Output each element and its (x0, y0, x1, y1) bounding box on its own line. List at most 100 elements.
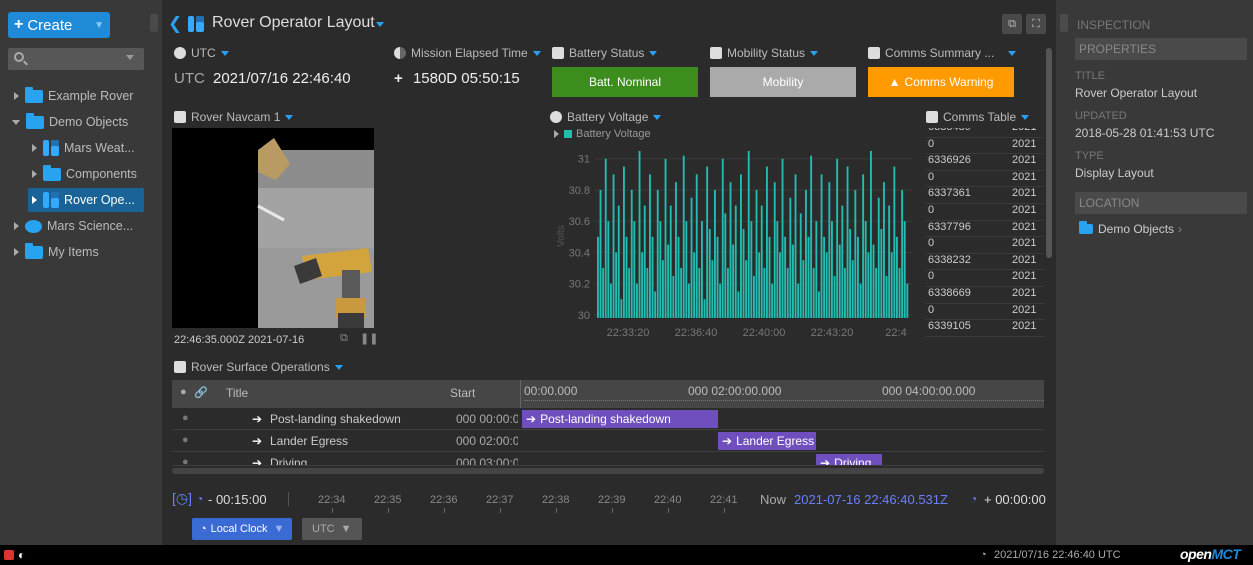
chart-bar (623, 166, 625, 318)
table-row[interactable]: 0 2021 (926, 204, 1044, 221)
chart-bar (646, 268, 649, 318)
sidebar-splitter[interactable] (150, 14, 158, 32)
chevron-down-icon[interactable] (126, 55, 134, 60)
expand-arrow-icon[interactable] (14, 92, 19, 100)
properties-tab[interactable]: PROPERTIES (1075, 38, 1247, 60)
table-row[interactable]: ● ➔ Lander Egress 000 02:00:0( ➔ Lander … (172, 430, 1044, 452)
navcam-label[interactable]: Rover Navcam 1 (174, 110, 294, 124)
table-row[interactable]: 6338232 2021 (926, 254, 1044, 271)
chart-bar (708, 229, 711, 318)
expand-arrow-icon[interactable] (32, 144, 37, 152)
table-row[interactable]: 6338669 2021 (926, 287, 1044, 304)
table-row[interactable]: 63354892021 (926, 128, 1044, 138)
battery-status-indicator: Batt. Nominal (552, 67, 698, 97)
arrow-right-icon: ➔ (526, 412, 537, 426)
chart-bar (750, 221, 753, 318)
scrollbar[interactable] (1046, 48, 1052, 258)
pause-icon[interactable]: ❚❚ (360, 332, 378, 345)
x-tick-label: 22:40:00 (743, 327, 786, 339)
column-divider[interactable] (520, 380, 521, 408)
table-row[interactable]: 0 2021 (926, 304, 1044, 321)
clock-icon (174, 47, 186, 59)
chart-bar (792, 244, 794, 318)
database-icon[interactable] (4, 550, 14, 560)
indicator-icon[interactable]: ◐ (18, 548, 25, 562)
folder-icon (25, 242, 43, 259)
chart-bar (849, 229, 852, 318)
activity-title: Lander Egress (270, 434, 349, 448)
end-offset[interactable]: + 00:00:00 (984, 492, 1046, 507)
activity-start: 000 02:00:0( (456, 434, 518, 448)
search-input[interactable] (8, 48, 144, 70)
inspector-splitter[interactable] (1060, 14, 1068, 32)
battery-voltage-plot[interactable]: 31 30.8 30.6 30.4 30.2 30 Volts 22:33:20 22:36:4… (546, 104, 918, 352)
table-row[interactable]: 0 2021 (926, 138, 1044, 155)
chevron-left-icon[interactable]: ❮ (168, 14, 182, 34)
start-offset[interactable]: - 00:15:00 (208, 492, 267, 507)
plot-svg[interactable]: 31 30.8 30.6 30.4 30.2 30 Volts 22:33:20 22:36:4… (546, 104, 918, 352)
chevron-down-icon[interactable] (376, 22, 384, 27)
comms-table[interactable]: 6335489202102021633692620210202163373612… (926, 128, 1044, 354)
surface-ops-label[interactable]: Rover Surface Operations (174, 360, 343, 374)
location-tab[interactable]: LOCATION (1075, 192, 1247, 214)
battery-status-label[interactable]: Battery Status (552, 46, 658, 60)
table-row[interactable]: 6337796 2021 (926, 221, 1044, 238)
table-row[interactable]: 6337361 2021 (926, 187, 1044, 204)
timesystem-selector[interactable]: UTC ▼ (302, 518, 362, 540)
table-row[interactable]: 6336926 2021 (926, 154, 1044, 171)
tree-item-example-rover[interactable]: Example Rover (14, 86, 133, 106)
timeline-bar[interactable]: ➔ Lander Egress (718, 432, 816, 450)
tree-item-demo-objects[interactable]: Demo Objects (12, 112, 128, 132)
expand-arrow-icon[interactable] (14, 222, 19, 230)
comms-summary-label[interactable]: Comms Summary ... (868, 46, 1017, 60)
y-tick-label: 30.4 (569, 247, 590, 259)
page-title: Rover Operator Layout (212, 14, 375, 31)
link-icon[interactable]: 🔗 (194, 386, 208, 399)
new-window-icon[interactable]: ⧉ (1002, 14, 1022, 34)
tree-item-my-items[interactable]: My Items (14, 242, 99, 262)
ops-table-header: ● 🔗 Title Start 00:00.000 000 02:00:00.0… (172, 380, 1044, 408)
table-row[interactable]: 0 2021 (926, 237, 1044, 254)
fullscreen-icon[interactable]: ⛶ (1026, 14, 1046, 34)
column-header-start[interactable]: Start (450, 386, 475, 400)
location-link[interactable]: Demo Objects › (1079, 221, 1182, 236)
mobility-status-label[interactable]: Mobility Status (710, 46, 819, 60)
column-header-title[interactable]: Title (226, 386, 248, 400)
tree-item-mars-weather[interactable]: Mars Weat... (32, 138, 135, 158)
met-label[interactable]: Mission Elapsed Time (394, 46, 541, 60)
new-window-icon[interactable]: ⧉ (340, 332, 348, 345)
chart-bar (672, 275, 675, 318)
chart-bar (682, 155, 685, 318)
expand-arrow-icon[interactable] (32, 170, 37, 178)
chart-bar (706, 166, 709, 318)
tree-item-rover-operator[interactable]: Rover Ope... (28, 188, 144, 212)
chart-bar (703, 299, 706, 318)
expand-arrow-icon[interactable] (14, 248, 19, 256)
create-button[interactable]: + Create ▼ (8, 12, 110, 38)
comms-table-label[interactable]: Comms Table (926, 110, 1030, 124)
table-row[interactable]: 0 2021 (926, 171, 1044, 188)
tree-item-components[interactable]: Components (32, 164, 137, 184)
clock-selector[interactable]: ◔ Local Clock ▼ (192, 518, 292, 540)
chart-bar (677, 236, 680, 318)
timeline-bar[interactable]: ➔ Driving (816, 454, 882, 465)
chart-bar (862, 174, 865, 318)
table-row[interactable]: ● ➔ Post-landing shakedown 000 00:00:0( … (172, 408, 1044, 430)
utc-label[interactable]: UTC (174, 46, 229, 60)
filter-icon[interactable]: ● (180, 386, 187, 398)
collapse-arrow-icon[interactable] (12, 119, 20, 125)
chart-bar (880, 229, 883, 318)
chart-bar (797, 283, 800, 318)
openmct-logo[interactable]: openMCT (1180, 546, 1241, 562)
horizontal-scrollbar[interactable] (172, 468, 1044, 474)
chart-bar (607, 221, 610, 318)
tree-item-mars-science[interactable]: Mars Science... (14, 216, 133, 236)
table-row[interactable]: 6339105 2021 (926, 320, 1044, 337)
table-row[interactable]: ● ➔ Driving 000 03:00:0( ➔ Driving (172, 452, 1044, 466)
timeline-bar[interactable]: ➔ Post-landing shakedown (522, 410, 718, 428)
expand-arrow-icon[interactable] (32, 196, 37, 204)
table-row[interactable]: 0 2021 (926, 270, 1044, 287)
chart-bar (893, 166, 896, 318)
cell-time: 2021 (1012, 154, 1037, 167)
tree-item-label: Example Rover (48, 89, 134, 103)
